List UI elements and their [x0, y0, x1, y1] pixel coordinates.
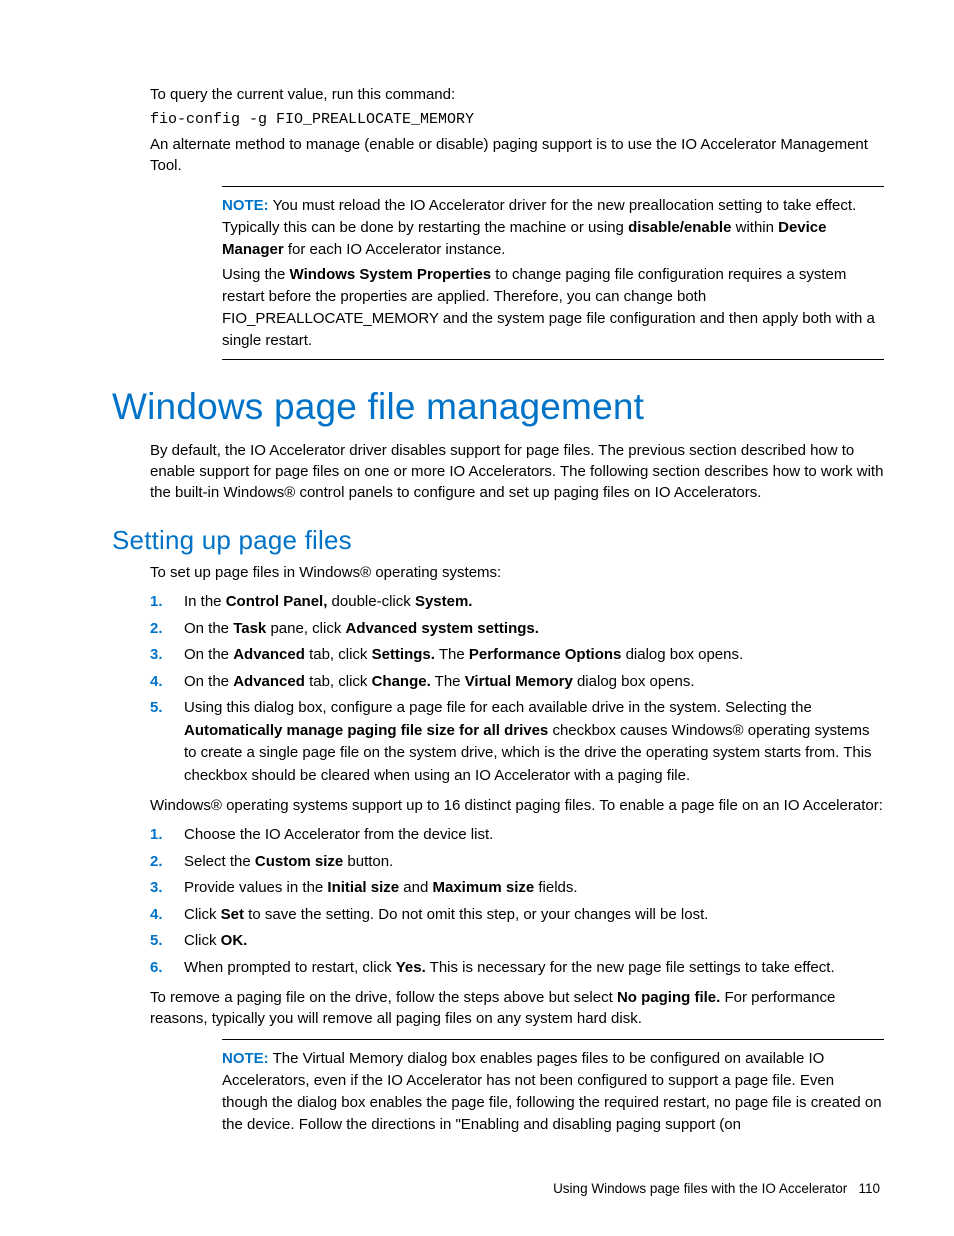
list-item: 6. When prompted to restart, click Yes. … [150, 957, 884, 980]
heading-2: Setting up page files [112, 525, 884, 556]
note-block: NOTE: The Virtual Memory dialog box enab… [222, 1039, 884, 1143]
list-marker: 2. [150, 618, 184, 641]
list-marker: 3. [150, 877, 184, 900]
text: within [731, 219, 778, 236]
list-marker: 5. [150, 930, 184, 953]
list-text: Provide values in the Initial size and M… [184, 877, 884, 900]
list-marker: 1. [150, 824, 184, 847]
list-item: 2. Select the Custom size button. [150, 851, 884, 874]
paragraph: To query the current value, run this com… [150, 84, 884, 105]
text: Using the [222, 266, 290, 283]
list-text: On the Advanced tab, click Change. The V… [184, 671, 884, 694]
note-paragraph: NOTE: You must reload the IO Accelerator… [222, 195, 884, 260]
text-bold: Windows System Properties [290, 266, 492, 283]
list-text: Select the Custom size button. [184, 851, 884, 874]
paragraph: To set up page files in Windows® operati… [150, 562, 884, 583]
note-label: NOTE: [222, 1050, 269, 1067]
page-number: 110 [858, 1181, 880, 1196]
list-text: On the Advanced tab, click Settings. The… [184, 644, 884, 667]
text-bold: disable/enable [628, 219, 731, 236]
paragraph: To remove a paging file on the drive, fo… [150, 987, 884, 1029]
list-item: 5. Using this dialog box, configure a pa… [150, 697, 884, 787]
list-marker: 6. [150, 957, 184, 980]
footer-text: Using Windows page files with the IO Acc… [553, 1181, 847, 1196]
paragraph: By default, the IO Accelerator driver di… [150, 440, 884, 503]
list-text: When prompted to restart, click Yes. Thi… [184, 957, 884, 980]
note-block: NOTE: You must reload the IO Accelerator… [222, 186, 884, 360]
list-text: Click OK. [184, 930, 884, 953]
list-marker: 1. [150, 591, 184, 614]
text-bold: No paging file. [617, 989, 720, 1006]
list-item: 3. Provide values in the Initial size an… [150, 877, 884, 900]
list-text: Using this dialog box, configure a page … [184, 697, 884, 787]
ordered-list: 1. In the Control Panel, double-click Sy… [150, 591, 884, 787]
list-item: 3. On the Advanced tab, click Settings. … [150, 644, 884, 667]
list-marker: 5. [150, 697, 184, 787]
list-item: 1. Choose the IO Accelerator from the de… [150, 824, 884, 847]
list-marker: 4. [150, 671, 184, 694]
note-label: NOTE: [222, 197, 269, 214]
text: To remove a paging file on the drive, fo… [150, 989, 617, 1006]
paragraph: Windows® operating systems support up to… [150, 795, 884, 816]
list-text: In the Control Panel, double-click Syste… [184, 591, 884, 614]
text: The Virtual Memory dialog box enables pa… [222, 1050, 882, 1132]
list-text: On the Task pane, click Advanced system … [184, 618, 884, 641]
list-marker: 3. [150, 644, 184, 667]
document-page: To query the current value, run this com… [0, 0, 954, 1236]
code-block: fio-config -g FIO_PREALLOCATE_MEMORY [150, 111, 884, 128]
list-text: Click Set to save the setting. Do not om… [184, 904, 884, 927]
note-paragraph: NOTE: The Virtual Memory dialog box enab… [222, 1048, 884, 1135]
list-text: Choose the IO Accelerator from the devic… [184, 824, 884, 847]
heading-1: Windows page file management [112, 386, 884, 428]
ordered-list: 1. Choose the IO Accelerator from the de… [150, 824, 884, 979]
list-item: 4. On the Advanced tab, click Change. Th… [150, 671, 884, 694]
text: for each IO Accelerator instance. [284, 241, 506, 258]
list-item: 4. Click Set to save the setting. Do not… [150, 904, 884, 927]
list-item: 5. Click OK. [150, 930, 884, 953]
list-marker: 4. [150, 904, 184, 927]
list-item: 2. On the Task pane, click Advanced syst… [150, 618, 884, 641]
note-paragraph: Using the Windows System Properties to c… [222, 264, 884, 351]
paragraph: An alternate method to manage (enable or… [150, 134, 884, 176]
list-item: 1. In the Control Panel, double-click Sy… [150, 591, 884, 614]
list-marker: 2. [150, 851, 184, 874]
page-footer: Using Windows page files with the IO Acc… [112, 1181, 884, 1196]
